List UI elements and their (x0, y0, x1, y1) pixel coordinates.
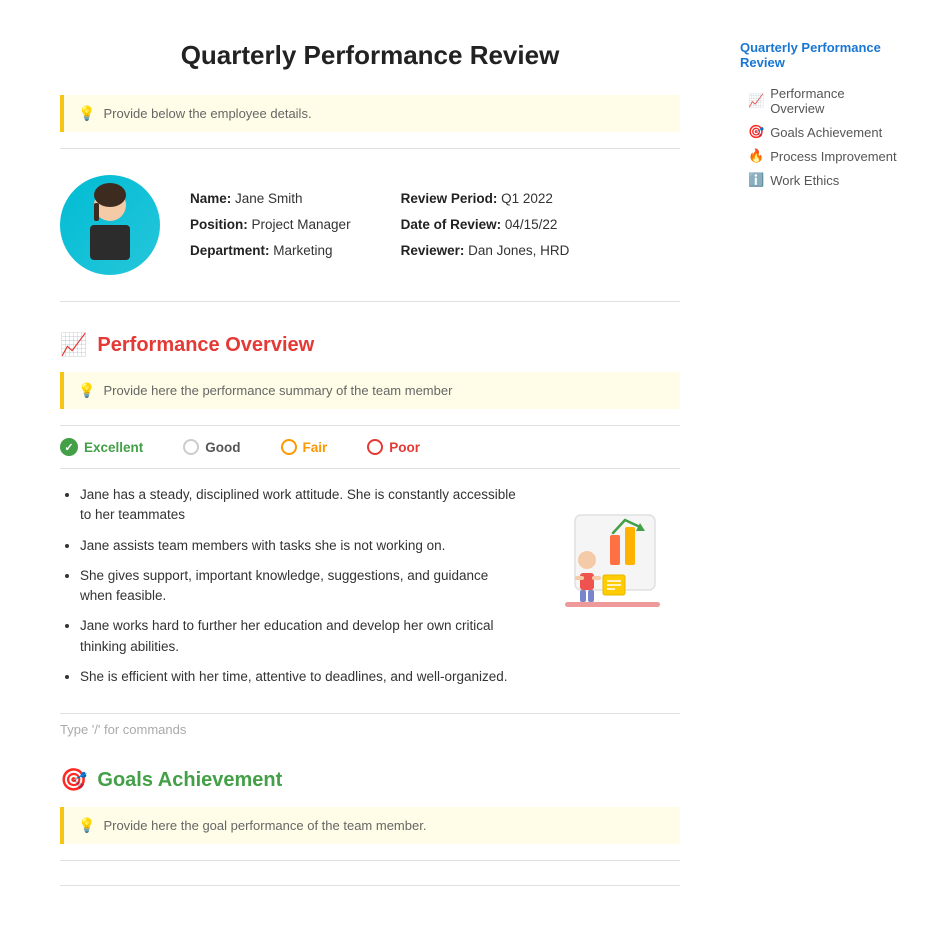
date-of-review-field: Date of Review: 04/15/22 (401, 215, 570, 235)
employee-section: Name: Jane Smith Position: Project Manag… (60, 165, 680, 285)
rating-poor-label: Poor (389, 440, 420, 455)
goals-section-header: 🎯 Goals Achievement (60, 767, 680, 793)
performance-svg (545, 485, 675, 615)
avatar (60, 175, 160, 275)
sidebar-nav-item[interactable]: 🎯 Goals Achievement (740, 120, 900, 144)
employee-details: Name: Jane Smith Position: Project Manag… (190, 189, 569, 262)
performance-bullet: She gives support, important knowledge, … (80, 566, 520, 607)
detail-col-right: Review Period: Q1 2022 Date of Review: 0… (401, 189, 570, 262)
hint-icon-1: 💡 (78, 105, 95, 122)
performance-section-title: Performance Overview (97, 334, 314, 357)
performance-bullet: Jane has a steady, disciplined work atti… (80, 485, 520, 526)
radio-poor (367, 439, 383, 455)
sidebar-nav: 📈 Performance Overview 🎯 Goals Achievement 🔥… (740, 82, 900, 192)
nav-label: Work Ethics (770, 173, 839, 188)
reviewer-field: Reviewer: Dan Jones, HRD (401, 241, 570, 261)
rating-fair-label: Fair (303, 440, 328, 455)
performance-bullets: Jane has a steady, disciplined work atti… (60, 485, 520, 687)
rating-good[interactable]: Good (183, 439, 240, 455)
divider-1 (60, 148, 680, 149)
main-content: Quarterly Performance Review 💡 Provide b… (0, 20, 720, 922)
name-field: Name: Jane Smith (190, 189, 351, 209)
sidebar-nav-item[interactable]: 📈 Performance Overview (740, 82, 900, 120)
divider-2 (60, 301, 680, 302)
checkmark-icon: ✓ (60, 438, 78, 456)
radio-good (183, 439, 199, 455)
avatar-svg (60, 175, 160, 275)
performance-bullet: Jane works hard to further her education… (80, 616, 520, 657)
nav-icon: 📈 (748, 93, 764, 109)
performance-content: Jane has a steady, disciplined work atti… (60, 485, 680, 697)
rating-row: ✓ Excellent Good Fair Poor (60, 425, 680, 469)
page-title: Quarterly Performance Review (60, 40, 680, 71)
department-field: Department: Marketing (190, 241, 351, 261)
performance-bullet: Jane assists team members with tasks she… (80, 536, 520, 556)
performance-illustration (540, 485, 680, 615)
radio-fair (281, 439, 297, 455)
sidebar-nav-item[interactable]: 🔥 Process Improvement (740, 144, 900, 168)
sidebar-nav-item[interactable]: ℹ️ Work Ethics (740, 168, 900, 192)
rating-excellent-label: Excellent (84, 440, 143, 455)
performance-bullet: She is efficient with her time, attentiv… (80, 667, 520, 687)
performance-hint-icon: 💡 (78, 382, 95, 399)
goals-section-icon: 🎯 (60, 767, 87, 793)
sidebar-title: Quarterly Performance Review (740, 40, 900, 70)
nav-label: Process Improvement (770, 149, 896, 164)
performance-bullet-list: Jane has a steady, disciplined work atti… (60, 485, 520, 697)
goals-rating-row (60, 860, 680, 886)
goals-hint-icon: 💡 (78, 817, 95, 834)
nav-icon: 🔥 (748, 148, 764, 164)
rating-good-label: Good (205, 440, 240, 455)
rating-fair[interactable]: Fair (281, 439, 328, 455)
performance-hint-box: 💡 Provide here the performance summary o… (60, 372, 680, 409)
detail-col-left: Name: Jane Smith Position: Project Manag… (190, 189, 351, 262)
employee-hint-box: 💡 Provide below the employee details. (60, 95, 680, 132)
performance-hint-text: Provide here the performance summary of … (103, 383, 452, 398)
performance-section-header: 📈 Performance Overview (60, 332, 680, 358)
rating-excellent[interactable]: ✓ Excellent (60, 438, 143, 456)
goals-section-title: Goals Achievement (97, 769, 282, 792)
nav-icon: 🎯 (748, 124, 764, 140)
position-field: Position: Project Manager (190, 215, 351, 235)
nav-label: Performance Overview (770, 86, 900, 116)
hint-text-1: Provide below the employee details. (103, 106, 311, 121)
goals-hint-text: Provide here the goal performance of the… (103, 818, 426, 833)
command-hint: Type '/' for commands (60, 713, 680, 737)
goals-hint-box: 💡 Provide here the goal performance of t… (60, 807, 680, 844)
sidebar: Quarterly Performance Review 📈 Performanc… (720, 20, 920, 922)
review-period-field: Review Period: Q1 2022 (401, 189, 570, 209)
performance-section-icon: 📈 (60, 332, 87, 358)
nav-icon: ℹ️ (748, 172, 764, 188)
rating-poor[interactable]: Poor (367, 439, 420, 455)
nav-label: Goals Achievement (770, 125, 882, 140)
